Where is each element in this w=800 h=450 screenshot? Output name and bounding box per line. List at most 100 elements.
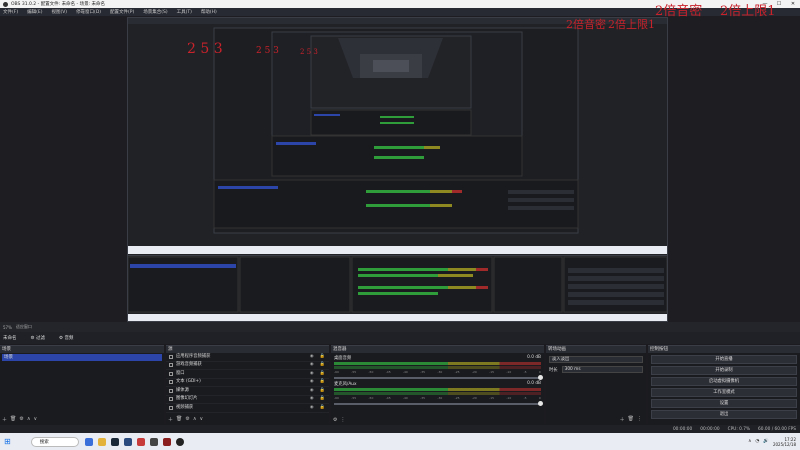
volume-slider[interactable] bbox=[334, 375, 543, 380]
zoom-level[interactable]: 57% bbox=[3, 325, 12, 330]
move-down-icon[interactable]: ∨ bbox=[34, 416, 38, 423]
menu-docks[interactable]: 停靠窗口(D) bbox=[76, 9, 101, 15]
menu-file[interactable]: 文件(F) bbox=[3, 9, 18, 15]
lock-icon[interactable]: 🔒 bbox=[320, 353, 325, 362]
mixer-settings-icon[interactable]: ⚙ bbox=[333, 417, 337, 423]
settings-button[interactable]: 设置 bbox=[651, 399, 797, 408]
menu-edit[interactable]: 编辑(E) bbox=[27, 9, 42, 15]
move-up-icon[interactable]: ∧ bbox=[27, 416, 31, 423]
zoom-mode[interactable]: 适应窗口 bbox=[16, 324, 32, 330]
speaker-icon bbox=[169, 363, 173, 368]
remove-scene-icon[interactable]: 🗑 bbox=[10, 416, 16, 423]
start-icon[interactable]: ⊞ bbox=[4, 437, 11, 446]
channel-name: 麦克风/Aux bbox=[334, 382, 357, 387]
network-icon[interactable]: ◔ bbox=[755, 439, 759, 444]
audio-mixer-dock: 混音器 桌面音频 0.0 dB -60 -55 -50 -45 -40 -35 -30 -25-… bbox=[331, 345, 544, 425]
close-icon[interactable]: ✕ bbox=[786, 0, 800, 8]
add-source-icon[interactable]: ＋ bbox=[168, 416, 173, 423]
volume-slider[interactable] bbox=[334, 401, 543, 406]
move-up-icon[interactable]: ∧ bbox=[193, 416, 197, 423]
filter-button[interactable]: ⚙ 过滤 bbox=[31, 335, 45, 341]
scene-settings-icon[interactable]: ⚙ bbox=[19, 416, 23, 423]
volume-slider-knob[interactable] bbox=[538, 375, 543, 380]
taskbar-apps bbox=[84, 437, 184, 446]
volume-meter bbox=[334, 392, 541, 395]
scenes-dock: 场景 场景 ＋ 🗑 ⚙ ∧ ∨ bbox=[0, 345, 164, 425]
visibility-icon[interactable]: ◉ bbox=[310, 387, 314, 396]
edge-icon[interactable] bbox=[84, 437, 93, 446]
menu-scene-collection[interactable]: 场景集合(S) bbox=[143, 9, 167, 15]
transitions-dock: 转场动画 淡入淡出 时长 300 ms ＋ 🗑 ⋮ bbox=[546, 345, 646, 425]
exit-button[interactable]: 退出 bbox=[651, 410, 797, 419]
overlay-top-right-a: 2倍音密 bbox=[655, 4, 703, 19]
source-label: 窗口 bbox=[176, 370, 185, 376]
source-label: 媒体源 bbox=[176, 387, 189, 393]
audio-button[interactable]: ⚙ 音频 bbox=[59, 335, 73, 341]
visibility-icon[interactable]: ◉ bbox=[310, 378, 314, 387]
obs-logo-icon bbox=[3, 1, 8, 7]
lock-icon[interactable]: 🔒 bbox=[320, 387, 325, 396]
menu-help[interactable]: 帮助(H) bbox=[201, 9, 217, 15]
tray-chevron-icon[interactable]: ∧ bbox=[748, 439, 751, 444]
move-down-icon[interactable]: ∨ bbox=[200, 416, 204, 423]
mixer-toolbar: ⚙ ⋮ bbox=[333, 417, 345, 423]
cpu-usage: CPU: 0.7% bbox=[727, 426, 751, 432]
lock-icon[interactable]: 🔒 bbox=[320, 370, 325, 379]
lock-icon[interactable]: 🔒 bbox=[320, 361, 325, 370]
scene-item[interactable]: 场景 bbox=[2, 354, 162, 361]
lock-icon[interactable]: 🔒 bbox=[320, 404, 325, 413]
record-timer: 00:00:00 bbox=[700, 426, 720, 432]
lock-icon[interactable]: 🔒 bbox=[320, 378, 325, 387]
source-label: 文本 (GDI+) bbox=[176, 379, 201, 384]
source-label: 图像幻灯片 bbox=[176, 396, 198, 401]
studio-mode-button[interactable]: 工作室模式 bbox=[651, 388, 797, 397]
add-transition-icon[interactable]: ＋ bbox=[620, 416, 625, 423]
menu-profile[interactable]: 配置文件(P) bbox=[110, 9, 134, 15]
visibility-icon[interactable]: ◉ bbox=[310, 370, 314, 379]
recursive-preview-drawing bbox=[128, 18, 667, 321]
remove-source-icon[interactable]: 🗑 bbox=[176, 416, 182, 423]
source-item[interactable]: 文本 (GDI+) ◉ 🔒 bbox=[166, 378, 329, 387]
visibility-icon[interactable]: ◉ bbox=[310, 404, 314, 413]
steam-icon[interactable] bbox=[110, 437, 119, 446]
start-virtual-camera-button[interactable]: 启动虚拟摄像机 bbox=[651, 377, 797, 386]
folder-icon[interactable] bbox=[97, 437, 106, 446]
taskbar-clock[interactable]: 17:22 2025/12/18 bbox=[773, 437, 796, 447]
source-item[interactable]: 视频捕获 ◉ 🔒 bbox=[166, 404, 329, 413]
nested-preview-screen: 2 5 3 2 5 3 2 5 3 2倍音密 2倍上限1 bbox=[127, 17, 668, 322]
volume-slider-knob[interactable] bbox=[538, 401, 543, 406]
app-icon[interactable] bbox=[123, 437, 132, 446]
app-status-bar: 00:00:00 00:00:00 CPU: 0.7% 60.00 / 60.0… bbox=[0, 425, 800, 433]
volume-icon[interactable]: 🔊 bbox=[763, 439, 769, 444]
mixer-menu-icon[interactable]: ⋮ bbox=[340, 417, 345, 423]
volume-meter bbox=[334, 366, 541, 369]
system-tray: ∧ ◔ 🔊 17:22 2025/12/18 bbox=[748, 437, 796, 447]
visibility-icon[interactable]: ◉ bbox=[310, 395, 314, 404]
start-streaming-button[interactable]: 开始直播 bbox=[651, 355, 797, 364]
controls-header: 控制按钮 bbox=[648, 346, 800, 353]
meter-ticks: -60 -55 -50 -45 -40 -35 -30 -25 -20 -15 -10 -5 0 bbox=[334, 396, 541, 400]
add-scene-icon[interactable]: ＋ bbox=[2, 416, 7, 423]
lock-icon[interactable]: 🔒 bbox=[320, 395, 325, 404]
start-recording-button[interactable]: 开始录制 bbox=[651, 366, 797, 375]
transition-menu-icon[interactable]: ⋮ bbox=[637, 416, 642, 423]
transition-select[interactable]: 淡入淡出 bbox=[549, 356, 643, 363]
app-icon[interactable] bbox=[162, 437, 171, 446]
source-item[interactable]: 游戏音频捕获 ◉ 🔒 bbox=[166, 361, 329, 370]
duration-input[interactable]: 300 ms bbox=[561, 366, 643, 373]
visibility-icon[interactable]: ◉ bbox=[310, 353, 314, 362]
app-icon[interactable] bbox=[149, 437, 158, 446]
text-icon bbox=[169, 380, 173, 385]
menu-view[interactable]: 视图(V) bbox=[51, 9, 67, 15]
obs-taskbar-icon[interactable] bbox=[175, 437, 184, 446]
taskbar-search[interactable]: 搜索 bbox=[30, 436, 79, 447]
overlay-number-medium: 2 5 3 bbox=[256, 46, 279, 56]
menu-tools[interactable]: 工具(T) bbox=[177, 9, 192, 15]
visibility-icon[interactable]: ◉ bbox=[310, 361, 314, 370]
sources-toolbar: ＋ 🗑 ⚙ ∧ ∨ bbox=[168, 416, 203, 423]
remove-transition-icon[interactable]: 🗑 bbox=[628, 416, 634, 423]
overlay-text-b: 2倍上限1 bbox=[608, 18, 655, 31]
controls-dock: 控制按钮 开始直播 开始录制 启动虚拟摄像机 工作室模式 设置 退出 bbox=[648, 345, 800, 425]
source-settings-icon[interactable]: ⚙ bbox=[185, 416, 189, 423]
app-icon[interactable] bbox=[136, 437, 145, 446]
